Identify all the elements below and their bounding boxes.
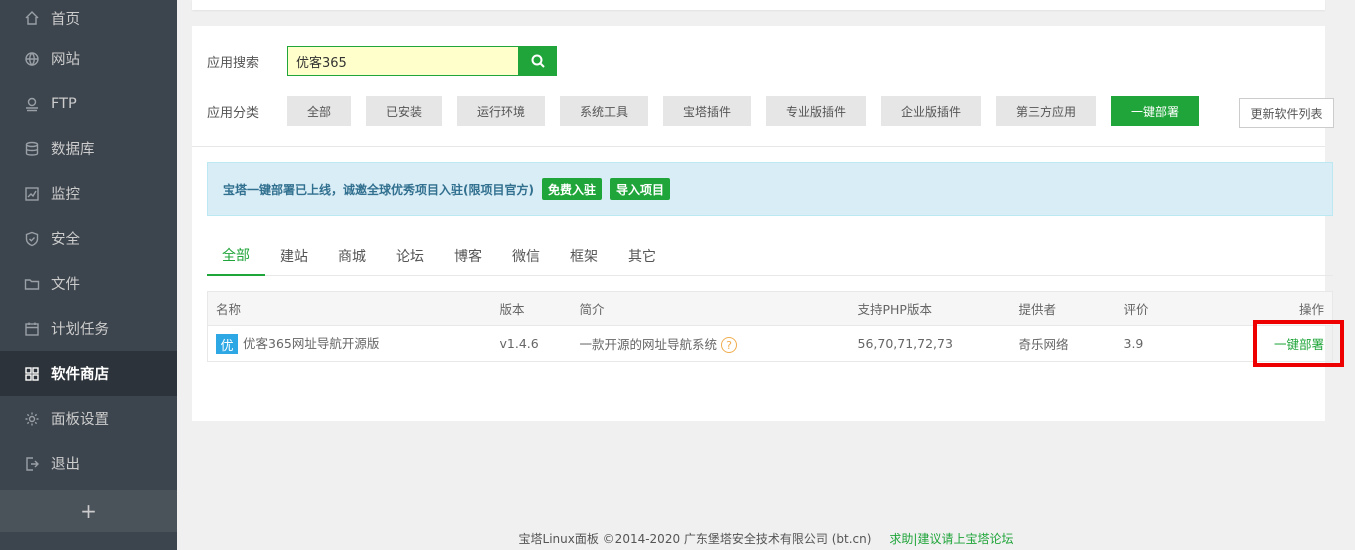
sidebar-item-label: 面板设置 [51, 412, 109, 428]
import-project-button[interactable]: 导入项目 [610, 178, 671, 200]
cell-provider[interactable]: 奇乐网络 [1011, 326, 1116, 362]
sidebar-item-label: 软件商店 [51, 367, 109, 383]
app-name: 优客365网址导航开源版 [243, 335, 380, 351]
tab-wechat[interactable]: 微信 [497, 236, 555, 276]
monitor-icon [24, 186, 40, 202]
category-third-party[interactable]: 第三方应用 [996, 96, 1096, 126]
search-icon [531, 54, 545, 68]
col-name: 名称 [207, 291, 492, 326]
category-all[interactable]: 全部 [287, 96, 351, 126]
category-one-click-deploy[interactable]: 一键部署 [1111, 96, 1199, 126]
cell-desc: 一款开源的网址导航系统? [572, 326, 850, 362]
top-panel [192, 0, 1325, 10]
refresh-software-list-button[interactable]: 更新软件列表 [1239, 98, 1334, 128]
sidebar-item-panel-settings[interactable]: 面板设置 [0, 396, 177, 441]
search-row: 应用搜索 [207, 46, 557, 76]
sidebar-item-security[interactable]: 安全 [0, 216, 177, 261]
database-icon [24, 141, 40, 157]
gear-icon [24, 411, 40, 427]
sidebar-item-label: 数据库 [51, 142, 95, 158]
home-icon [24, 10, 40, 26]
category-pro-plugins[interactable]: 专业版插件 [766, 96, 866, 126]
category-system-tools[interactable]: 系统工具 [560, 96, 648, 126]
notice-text: 宝塔一键部署已上线，诚邀全球优秀项目入驻(限项目官方) [223, 182, 534, 197]
software-store-panel: 应用搜索 应用分类 全部 已安装 运行环境 系统工具 宝塔插件 专业版插件 企业… [192, 26, 1344, 421]
logout-icon [24, 456, 40, 472]
app-desc: 一款开源的网址导航系统 [579, 336, 718, 352]
sidebar-item-database[interactable]: 数据库 [0, 126, 177, 171]
sidebar-item-home[interactable]: 首页 [0, 0, 177, 36]
app-logo-icon: 优 [216, 334, 238, 355]
sidebar-item-label: 网站 [51, 52, 80, 68]
cell-php: 56,70,71,72,73 [857, 336, 953, 351]
tab-other[interactable]: 其它 [613, 236, 671, 276]
category-row: 应用分类 全部 已安装 运行环境 系统工具 宝塔插件 专业版插件 企业版插件 第… [207, 96, 1214, 126]
tab-forum[interactable]: 论坛 [381, 236, 439, 276]
category-installed[interactable]: 已安装 [366, 96, 442, 126]
search-input[interactable] [287, 46, 519, 76]
apps-icon [24, 366, 40, 382]
calendar-icon [24, 321, 40, 337]
ftp-icon [24, 96, 40, 112]
col-php: 支持PHP版本 [849, 291, 1011, 326]
category-label: 应用分类 [207, 105, 260, 121]
highlight-box [1253, 320, 1344, 367]
free-join-button[interactable]: 免费入驻 [541, 178, 602, 200]
project-table: 名称 版本 简介 支持PHP版本 提供者 评价 操作 优优客365网址导航开源版… [207, 291, 1333, 362]
main-content: 应用搜索 应用分类 全部 已安装 运行环境 系统工具 宝塔插件 专业版插件 企业… [177, 0, 1355, 550]
sidebar-item-label: 计划任务 [51, 322, 109, 338]
col-rating: 评价 [1115, 291, 1226, 326]
project-tabs: 全部 建站 商城 论坛 博客 微信 框架 其它 [207, 236, 1333, 276]
cell-version: v1.4.6 [499, 336, 539, 351]
add-button[interactable]: + [0, 490, 177, 532]
sidebar-item-label: 安全 [51, 232, 80, 248]
cell-name: 优优客365网址导航开源版 [208, 326, 492, 362]
tab-blog[interactable]: 博客 [439, 236, 497, 276]
tab-framework[interactable]: 框架 [555, 236, 613, 276]
sidebar-item-software-store[interactable]: 软件商店 [0, 351, 177, 396]
tab-shop[interactable]: 商城 [323, 236, 381, 276]
globe-icon [24, 51, 40, 67]
sidebar-item-label: 首页 [51, 11, 80, 28]
category-bt-plugins[interactable]: 宝塔插件 [663, 96, 751, 126]
divider [192, 146, 1325, 147]
sidebar-item-ftp[interactable]: FTP [0, 81, 177, 126]
footer-copyright: 宝塔Linux面板 ©2014-2020 广东堡塔安全技术有限公司 (bt.cn… [518, 532, 872, 546]
table-row: 优优客365网址导航开源版 v1.4.6 一款开源的网址导航系统? 56,70,… [208, 326, 1333, 362]
deploy-notice: 宝塔一键部署已上线，诚邀全球优秀项目入驻(限项目官方) 免费入驻 导入项目 [207, 162, 1333, 216]
folder-icon [24, 276, 40, 292]
cell-rating: 3.9 [1123, 336, 1144, 351]
help-icon[interactable]: ? [721, 337, 738, 354]
sidebar-item-label: 监控 [51, 187, 80, 203]
sidebar-item-cron[interactable]: 计划任务 [0, 306, 177, 351]
tab-website[interactable]: 建站 [265, 236, 323, 276]
sidebar-item-monitor[interactable]: 监控 [0, 171, 177, 216]
forum-help-link[interactable]: 求助|建议请上宝塔论坛 [889, 532, 1013, 546]
shield-icon [24, 231, 40, 247]
sidebar: 首页 网站 FTP 数据库 监控 安全 文件 计划任务 软件商店 面板设置 退出… [0, 0, 177, 550]
sidebar-item-website[interactable]: 网站 [0, 36, 177, 81]
footer: 宝塔Linux面板 ©2014-2020 广东堡塔安全技术有限公司 (bt.cn… [177, 530, 1355, 547]
sidebar-item-label: 文件 [51, 277, 80, 293]
tab-all[interactable]: 全部 [207, 236, 265, 276]
col-desc: 简介 [571, 291, 850, 326]
col-version: 版本 [491, 291, 572, 326]
col-provider: 提供者 [1010, 291, 1116, 326]
sidebar-item-logout[interactable]: 退出 [0, 441, 177, 486]
search-label: 应用搜索 [207, 55, 260, 71]
search-button[interactable] [519, 46, 557, 76]
category-runtime[interactable]: 运行环境 [457, 96, 545, 126]
sidebar-item-label: 退出 [51, 457, 80, 473]
category-enterprise-plugins[interactable]: 企业版插件 [881, 96, 981, 126]
table-header-row: 名称 版本 简介 支持PHP版本 提供者 评价 操作 [207, 291, 1333, 326]
sidebar-item-files[interactable]: 文件 [0, 261, 177, 306]
sidebar-item-label: FTP [51, 95, 77, 112]
